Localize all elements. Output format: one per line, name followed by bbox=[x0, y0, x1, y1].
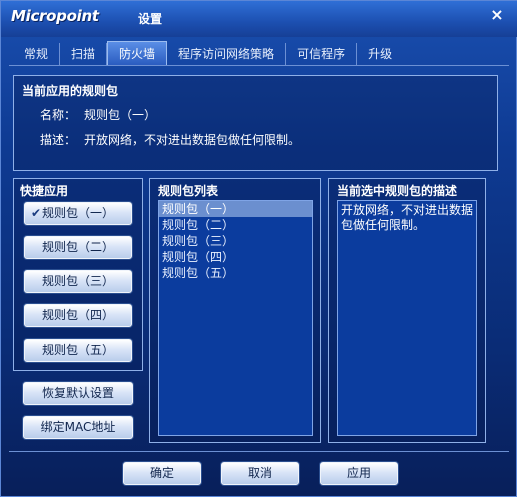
tab-program-network-policy[interactable]: 程序访问网络策略 bbox=[167, 43, 287, 65]
cancel-button[interactable]: 取消 bbox=[221, 462, 299, 485]
name-value: 规则包（一） bbox=[84, 108, 157, 122]
footer-divider bbox=[9, 451, 509, 452]
settings-window: Micropoint 设置 × 常规 扫描 防火墙 程序访问网络策略 可信程序 … bbox=[0, 0, 517, 497]
rule-list-group: 规则包列表 规则包（一） 规则包（二） 规则包（三） 规则包（四） 规则包（五） bbox=[149, 178, 321, 443]
micropoint-logo: Micropoint bbox=[11, 7, 99, 25]
window-title: 设置 bbox=[138, 12, 163, 26]
tab-firewall[interactable]: 防火墙 bbox=[107, 41, 168, 65]
tab-scan[interactable]: 扫描 bbox=[60, 43, 108, 65]
quick-rule-button-5[interactable]: 规则包（五） bbox=[24, 339, 132, 362]
rule-listbox[interactable]: 规则包（一） 规则包（二） 规则包（三） 规则包（四） 规则包（五） bbox=[158, 200, 313, 436]
list-item[interactable]: 规则包（一） bbox=[159, 201, 312, 217]
desc-label: 描述： bbox=[40, 133, 77, 147]
desc-value: 开放网络，不对进出数据包做任何限制。 bbox=[84, 133, 301, 147]
quick-apply-group: 快捷应用 ✔ 规则包（一） 规则包（二） 规则包（三） 规则包（四） 规则包（五… bbox=[13, 178, 143, 371]
selected-desc-text: 开放网络，不对进出数据包做任何限制。 bbox=[337, 200, 477, 436]
tab-divider bbox=[9, 65, 509, 66]
current-rule-desc-row: 描述： 开放网络，不对进出数据包做任何限制。 bbox=[40, 131, 300, 148]
quick-rule-button-1[interactable]: ✔ 规则包（一） bbox=[24, 202, 132, 225]
quick-rule-button-2[interactable]: 规则包（二） bbox=[24, 236, 132, 259]
tab-bar: 常规 扫描 防火墙 程序访问网络策略 可信程序 升级 bbox=[13, 41, 403, 65]
tab-trusted-programs[interactable]: 可信程序 bbox=[286, 43, 358, 65]
quick-rule-label: 规则包（一） bbox=[41, 206, 114, 220]
restore-default-button[interactable]: 恢复默认设置 bbox=[23, 382, 133, 405]
close-icon[interactable]: × bbox=[488, 6, 506, 24]
apply-button[interactable]: 应用 bbox=[320, 462, 398, 485]
list-item[interactable]: 规则包（四） bbox=[159, 249, 312, 265]
current-rule-panel: 当前应用的规则包 名称： 规则包（一） 描述： 开放网络，不对进出数据包做任何限制。 bbox=[13, 75, 498, 171]
list-item[interactable]: 规则包（三） bbox=[159, 233, 312, 249]
list-item[interactable]: 规则包（五） bbox=[159, 265, 312, 281]
quick-rule-button-3[interactable]: 规则包（三） bbox=[24, 270, 132, 293]
check-icon: ✔ bbox=[31, 206, 42, 220]
quick-rule-button-4[interactable]: 规则包（四） bbox=[24, 304, 132, 327]
current-rule-name-row: 名称： 规则包（一） bbox=[40, 106, 156, 123]
name-label: 名称： bbox=[40, 108, 77, 122]
ok-button[interactable]: 确定 bbox=[123, 462, 201, 485]
rule-list-title: 规则包列表 bbox=[158, 184, 219, 198]
quick-apply-title: 快捷应用 bbox=[20, 184, 69, 198]
selected-desc-title: 当前选中规则包的描述 bbox=[337, 184, 458, 198]
list-item[interactable]: 规则包（二） bbox=[159, 217, 312, 233]
tab-general[interactable]: 常规 bbox=[13, 43, 61, 65]
bind-mac-button[interactable]: 绑定MAC地址 bbox=[23, 416, 133, 439]
title-bar[interactable]: Micropoint 设置 × bbox=[1, 1, 517, 37]
tab-update[interactable]: 升级 bbox=[357, 43, 403, 65]
selected-rule-desc-group: 当前选中规则包的描述 开放网络，不对进出数据包做任何限制。 bbox=[328, 178, 486, 443]
current-rule-heading: 当前应用的规则包 bbox=[22, 84, 119, 98]
